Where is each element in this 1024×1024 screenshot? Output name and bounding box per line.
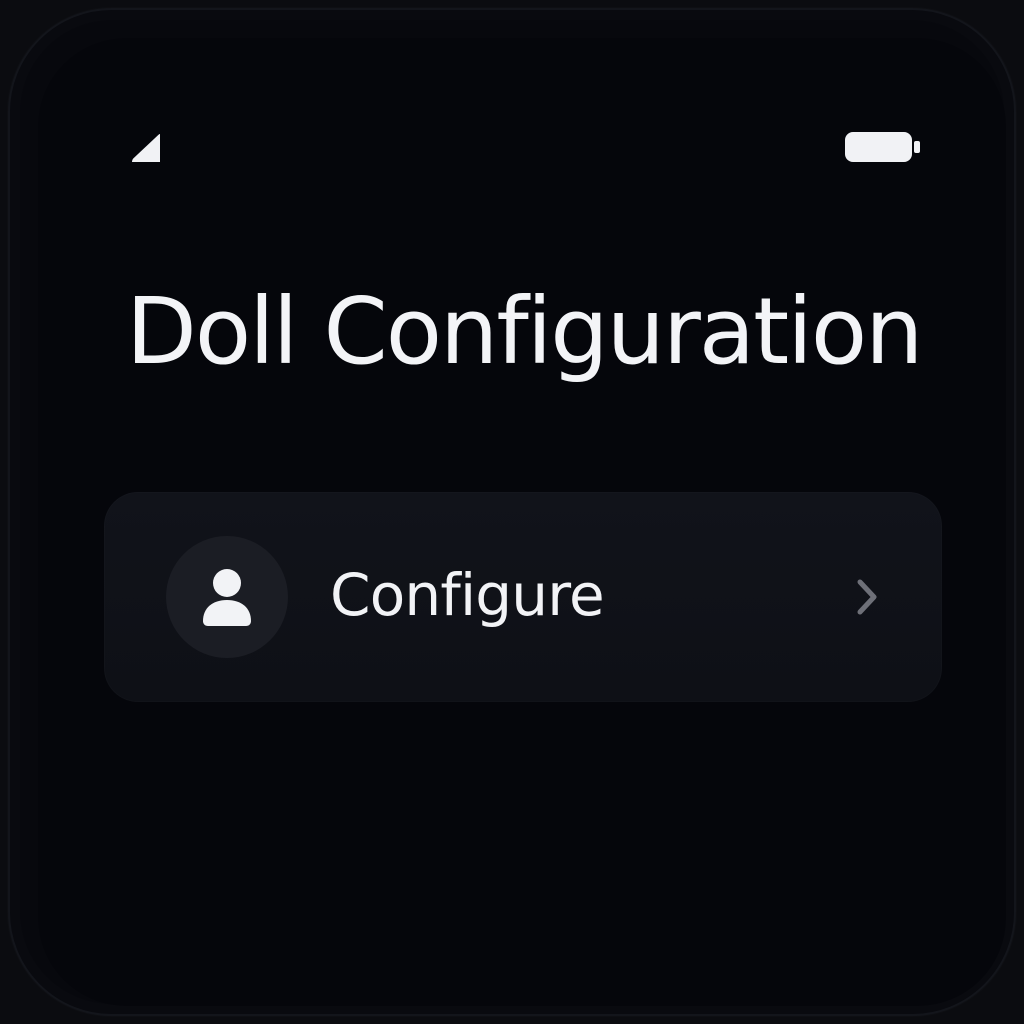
page-title: Doll Configuration — [126, 278, 923, 385]
battery-icon — [845, 132, 920, 162]
signal-icon — [132, 134, 160, 162]
avatar — [166, 536, 288, 658]
chevron-right-icon — [857, 579, 877, 615]
user-icon — [203, 569, 251, 626]
status-bar — [130, 130, 920, 166]
app-window: Doll Configuration Configure — [0, 0, 1024, 1024]
device-frame: Doll Configuration Configure — [8, 8, 1016, 1016]
configure-row[interactable]: Configure — [104, 492, 942, 702]
configure-label: Configure — [330, 561, 605, 629]
screen: Doll Configuration Configure — [38, 38, 1006, 1006]
